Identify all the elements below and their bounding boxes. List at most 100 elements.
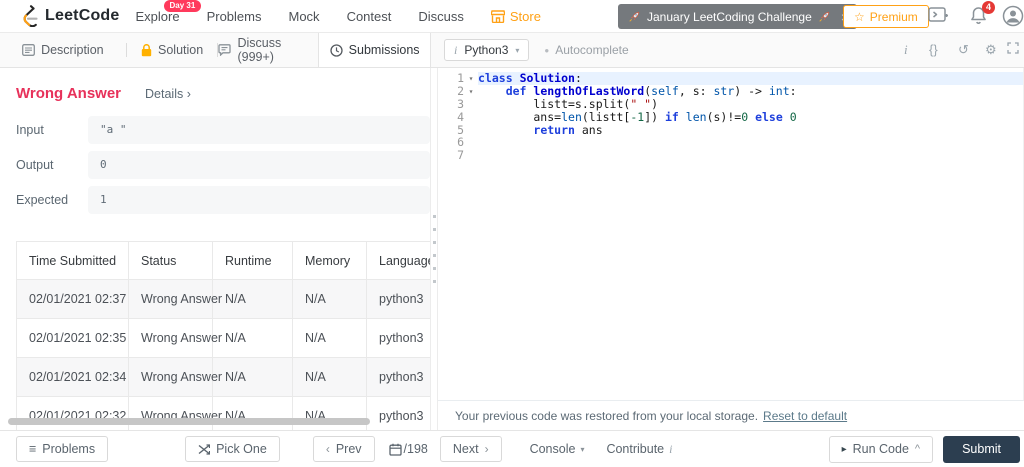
nav-item-discuss[interactable]: Discuss bbox=[418, 9, 464, 24]
nav-item-store[interactable]: Store bbox=[490, 9, 541, 24]
table-row[interactable]: 02/01/2021 02:34 Wrong Answer N/A N/A python… bbox=[16, 357, 430, 397]
output-label: Output bbox=[16, 158, 54, 172]
chevron-down-icon: ▾ bbox=[515, 45, 520, 55]
table-cell: python3 bbox=[366, 396, 430, 430]
left-panel-tabs: Description Solution Discuss (999+) Subm… bbox=[0, 33, 430, 68]
code-line[interactable]: 7 bbox=[438, 149, 1023, 162]
braces-icon[interactable]: {} bbox=[929, 42, 938, 57]
tab-submissions[interactable]: Submissions bbox=[318, 33, 430, 67]
input-label: Input bbox=[16, 123, 44, 137]
table-cell: 02/01/2021 02:37 bbox=[16, 279, 129, 319]
tab-discuss[interactable]: Discuss (999+) bbox=[218, 33, 318, 67]
language-select[interactable]: i Python3 ▾ bbox=[444, 39, 530, 61]
pick-one-button[interactable]: Pick One bbox=[185, 436, 280, 462]
notification-bell[interactable]: 4 bbox=[970, 1, 995, 25]
avatar[interactable] bbox=[1002, 5, 1024, 27]
table-cell: N/A bbox=[212, 318, 293, 358]
editor-toolbar: i Python3 ▾ ● Autocomplete i {} ↺ ⚙ bbox=[430, 33, 1024, 68]
table-cell: Wrong Answer bbox=[128, 357, 222, 397]
top-navbar: LeetCode Explore Day 31 Problems Mock Co… bbox=[0, 0, 1024, 33]
input-value[interactable]: "a " bbox=[88, 116, 430, 144]
nav-item-problems[interactable]: Problems bbox=[207, 9, 262, 24]
problems-button[interactable]: ≡ Problems bbox=[16, 436, 109, 462]
table-cell: N/A bbox=[212, 357, 293, 397]
main-content: Wrong Answer Details › Input "a " Output… bbox=[0, 68, 1024, 430]
table-row[interactable]: 02/01/2021 02:37 Wrong Answer N/A N/A python… bbox=[16, 279, 430, 319]
table-cell: N/A bbox=[292, 279, 367, 319]
table-cell: N/A bbox=[292, 318, 367, 358]
details-link[interactable]: Details › bbox=[145, 87, 191, 101]
output-value[interactable]: 0 bbox=[88, 151, 430, 179]
next-button[interactable]: Next › bbox=[439, 436, 502, 462]
table-header-cell: Language bbox=[366, 241, 430, 280]
nav-item-contest[interactable]: Contest bbox=[347, 9, 392, 24]
dot-icon: ● bbox=[544, 45, 550, 55]
submissions-table: Time Submitted Status Runtime Memory Languag… bbox=[16, 241, 430, 430]
result-status: Wrong Answer bbox=[16, 85, 122, 102]
table-cell: Wrong Answer bbox=[128, 279, 222, 319]
gear-icon[interactable]: ⚙ bbox=[985, 42, 997, 58]
star-icon: ☆ bbox=[854, 9, 865, 24]
info-icon: i bbox=[669, 441, 673, 456]
chevron-left-icon: ‹ bbox=[325, 442, 330, 456]
prev-button[interactable]: ‹ Prev bbox=[312, 436, 375, 462]
table-header-cell: Memory bbox=[292, 241, 367, 280]
menu-icon: ≡ bbox=[29, 442, 37, 456]
nav-item-explore[interactable]: Explore Day 31 bbox=[136, 0, 202, 24]
restore-notice: Your previous code was restored from you… bbox=[438, 400, 1024, 430]
challenge-banner[interactable]: January LeetCoding Challenge × bbox=[618, 4, 857, 29]
reset-icon[interactable]: ↺ bbox=[958, 42, 969, 58]
expand-icon[interactable] bbox=[1007, 42, 1019, 54]
code-panel: 1 ▾ class Solution: 2 ▾ def lengthOfLastWord… bbox=[438, 68, 1024, 430]
chevron-right-icon: › bbox=[484, 442, 489, 456]
interview-icon[interactable] bbox=[928, 6, 949, 24]
horizontal-scrollbar[interactable] bbox=[8, 418, 370, 425]
info-icon[interactable]: i bbox=[904, 42, 908, 58]
code-line[interactable]: 5 return ans bbox=[438, 123, 1023, 137]
tab-description[interactable]: Description bbox=[0, 33, 126, 67]
play-icon: ▸ bbox=[841, 443, 847, 455]
leetcode-logo[interactable]: LeetCode bbox=[20, 5, 120, 27]
submit-button[interactable]: Submit bbox=[943, 435, 1020, 463]
fold-arrow-icon[interactable]: ▾ bbox=[464, 72, 478, 85]
autocomplete-toggle[interactable]: ● Autocomplete bbox=[544, 43, 628, 57]
day-31-badge: Day 31 bbox=[163, 0, 202, 12]
brand-name: LeetCode bbox=[45, 7, 120, 24]
lock-icon bbox=[141, 43, 152, 57]
line-number-gutter: 7 bbox=[438, 149, 478, 162]
bottom-bar: ≡ Problems Pick One ‹ Prev /198 Next › C… bbox=[0, 430, 1024, 467]
table-header-row: Time Submitted Status Runtime Memory Languag… bbox=[16, 241, 430, 280]
code-line[interactable]: 6 bbox=[438, 136, 1023, 149]
expected-value[interactable]: 1 bbox=[88, 186, 430, 214]
rocket-icon bbox=[818, 10, 831, 23]
result-header: Wrong Answer Details › bbox=[0, 68, 430, 102]
fold-arrow-icon[interactable]: ▾ bbox=[464, 85, 478, 98]
discuss-icon bbox=[218, 44, 232, 56]
contribute-link[interactable]: Contribute i bbox=[606, 442, 672, 457]
premium-button[interactable]: ☆ Premium bbox=[843, 5, 929, 28]
submissions-panel: Wrong Answer Details › Input "a " Output… bbox=[0, 68, 430, 430]
testcase-fields: Input "a " Output 0 Expected 1 bbox=[0, 116, 430, 214]
nav-item-mock[interactable]: Mock bbox=[289, 9, 320, 24]
table-cell: N/A bbox=[212, 279, 293, 319]
language-info-icon: i bbox=[454, 42, 458, 57]
clock-icon bbox=[330, 43, 343, 57]
line-number-gutter: 4 bbox=[438, 110, 478, 124]
table-cell: Wrong Answer bbox=[128, 318, 222, 358]
console-toggle[interactable]: Console ▾ bbox=[530, 442, 585, 456]
table-cell: python3 bbox=[366, 279, 430, 319]
output-row: Output 0 bbox=[16, 151, 430, 179]
code-editor[interactable]: 1 ▾ class Solution: 2 ▾ def lengthOfLastWord… bbox=[438, 68, 1024, 400]
tab-solution[interactable]: Solution bbox=[127, 33, 218, 67]
challenge-progress[interactable]: /198 bbox=[388, 442, 428, 456]
run-code-button[interactable]: ▸ Run Code ^ bbox=[828, 435, 934, 463]
reset-to-default-link[interactable]: Reset to default bbox=[763, 409, 847, 423]
panel-resize-handle[interactable] bbox=[430, 68, 438, 430]
table-row[interactable]: 02/01/2021 02:35 Wrong Answer N/A N/A python… bbox=[16, 318, 430, 358]
chevron-down-icon: ▾ bbox=[580, 444, 585, 454]
submissions-table-wrap: Time Submitted Status Runtime Memory Languag… bbox=[16, 241, 430, 430]
input-row: Input "a " bbox=[16, 116, 430, 144]
